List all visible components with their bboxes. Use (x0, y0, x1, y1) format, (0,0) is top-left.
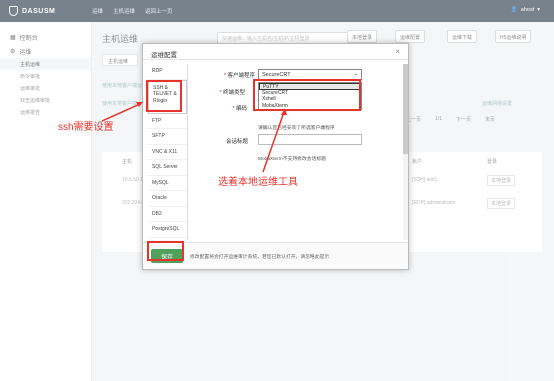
arrow-head-client (281, 108, 287, 115)
annotation-arrows (101, 102, 287, 173)
arrow-to-client (262, 111, 285, 173)
tool-annotation: 选着本地运维工具 (218, 177, 298, 188)
ssh-annotation: ssh需要设置 (58, 122, 114, 133)
